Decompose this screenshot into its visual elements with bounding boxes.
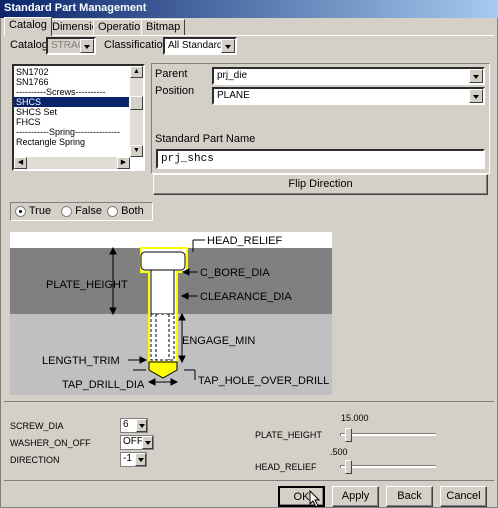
- param-label: WASHER_ON_OFF: [10, 438, 91, 448]
- scroll-up-icon[interactable]: ▲: [130, 66, 143, 78]
- part-name-label: Standard Part Name: [155, 133, 256, 145]
- scroll-left-icon[interactable]: ◀: [14, 157, 27, 169]
- plate-height-value: 15.000: [341, 413, 369, 423]
- catalog-label: Catalog: [10, 39, 48, 51]
- tab-catalog[interactable]: Catalog: [4, 17, 52, 36]
- washer-on-off-select[interactable]: OFF: [120, 435, 154, 450]
- screw-diagram: HEAD_RELIEF PLATE_HEIGHT C_BORE_DIA CLEA…: [10, 232, 332, 395]
- radio-true-label: True: [28, 205, 52, 217]
- plate-height-slider-label: PLATE_HEIGHT: [255, 430, 322, 440]
- radio-false[interactable]: False: [61, 205, 102, 217]
- head-relief-dim-label: HEAD_RELIEF: [207, 235, 282, 247]
- position-value: PLANE: [217, 90, 250, 101]
- tab-operation-label: Operation: [98, 21, 147, 33]
- radio-true[interactable]: True: [15, 205, 51, 217]
- plate-height-slider-thumb[interactable]: [344, 428, 352, 442]
- chevron-down-icon: [221, 39, 235, 53]
- direction-select[interactable]: -1: [120, 452, 147, 467]
- tap-hole-over-drill-dim-label: TAP_HOLE_OVER_DRILL: [198, 375, 329, 387]
- plate-height-dim-label: PLATE_HEIGHT: [46, 279, 128, 291]
- clearance-dia-dim-label: CLEARANCE_DIA: [200, 291, 292, 303]
- parts-listbox[interactable]: SN1702 SN1766 ----------Screws----------…: [12, 64, 145, 171]
- list-item[interactable]: SN1766: [16, 77, 49, 87]
- position-label: Position: [155, 85, 195, 97]
- head-relief-slider-thumb[interactable]: [344, 460, 352, 474]
- list-item[interactable]: SN1702: [16, 67, 49, 77]
- screw-thread: [150, 313, 175, 361]
- window-title: Standard Part Management: [4, 2, 147, 14]
- tab-catalog-label: Catalog: [9, 19, 47, 31]
- tab-bitmap[interactable]: Bitmap: [141, 19, 186, 35]
- mouse-cursor-icon: [309, 490, 321, 508]
- chevron-down-icon: [136, 419, 147, 432]
- flip-direction-button[interactable]: Flip Direction: [153, 174, 488, 195]
- chevron-down-icon: [142, 436, 153, 449]
- plate-height-slider-track[interactable]: [340, 433, 436, 436]
- parent-value: prj_die: [217, 70, 248, 81]
- head-relief-value: .500: [330, 447, 348, 457]
- c-bore-dia-dim-label: C_BORE_DIA: [200, 267, 270, 279]
- position-select[interactable]: PLANE: [212, 87, 485, 105]
- screw-shank: [150, 269, 175, 315]
- head-relief-slider-track[interactable]: [340, 465, 436, 468]
- catalog-select[interactable]: STRACK: [46, 37, 96, 55]
- classification-select[interactable]: All Standards: [163, 37, 237, 55]
- param-label: SCREW_DIA: [10, 421, 64, 431]
- tap-drill-dia-dim-label: TAP_DRILL_DIA: [62, 379, 145, 391]
- washer-on-off-value: OFF: [123, 436, 143, 447]
- radio-button-icon[interactable]: [15, 205, 26, 217]
- head-relief-slider-label: HEAD_RELIEF: [255, 462, 317, 472]
- parent-label: Parent: [155, 68, 188, 80]
- length-trim-dim-label: LENGTH_TRIM: [42, 355, 120, 367]
- list-item[interactable]: -----------Spring---------------: [16, 127, 120, 137]
- part-name-input[interactable]: prj_shcs: [156, 149, 485, 169]
- separator: [4, 401, 494, 402]
- list-item[interactable]: FHCS: [16, 117, 41, 127]
- chevron-down-icon: [469, 69, 483, 83]
- radio-button-icon[interactable]: [107, 205, 118, 217]
- screw-head: [140, 251, 186, 271]
- scroll-thumb[interactable]: [130, 96, 143, 110]
- list-item[interactable]: SHCS Set: [16, 107, 57, 117]
- engage-min-dim-label: ENGAGE_MIN: [182, 335, 255, 347]
- screw-dia-select[interactable]: 6: [120, 418, 148, 433]
- list-item[interactable]: ----------Screws----------: [16, 87, 105, 97]
- scroll-down-icon[interactable]: ▼: [130, 145, 143, 157]
- apply-button[interactable]: Apply: [332, 486, 379, 507]
- back-button[interactable]: Back: [386, 486, 433, 507]
- screw-dia-value: 6: [123, 419, 129, 430]
- parent-select[interactable]: prj_die: [212, 67, 485, 85]
- radio-both-label: Both: [121, 205, 144, 217]
- tab-panel-edge: [4, 35, 494, 36]
- classification-label: Classification: [104, 39, 169, 51]
- radio-button-icon[interactable]: [61, 205, 72, 217]
- list-vertical-scrollbar[interactable]: ▲ ▼: [130, 66, 143, 157]
- radio-false-label: False: [75, 205, 102, 217]
- chevron-down-icon: [80, 39, 94, 53]
- chevron-down-icon: [469, 89, 483, 103]
- list-item-selected[interactable]: SHCS: [14, 97, 129, 107]
- list-horizontal-scrollbar[interactable]: [27, 157, 117, 169]
- radio-both[interactable]: Both: [107, 205, 144, 217]
- window-title-bar: Standard Part Management: [0, 0, 498, 18]
- direction-value: -1: [123, 453, 132, 464]
- footer-separator: [4, 480, 494, 481]
- scroll-right-icon[interactable]: ▶: [117, 157, 130, 169]
- list-item[interactable]: Rectangle Spring: [16, 137, 85, 147]
- param-label: DIRECTION: [10, 455, 60, 465]
- cancel-button[interactable]: Cancel: [440, 486, 487, 507]
- classification-value: All Standards: [168, 40, 228, 51]
- tab-bitmap-label: Bitmap: [146, 21, 181, 33]
- chevron-down-icon: [135, 453, 146, 466]
